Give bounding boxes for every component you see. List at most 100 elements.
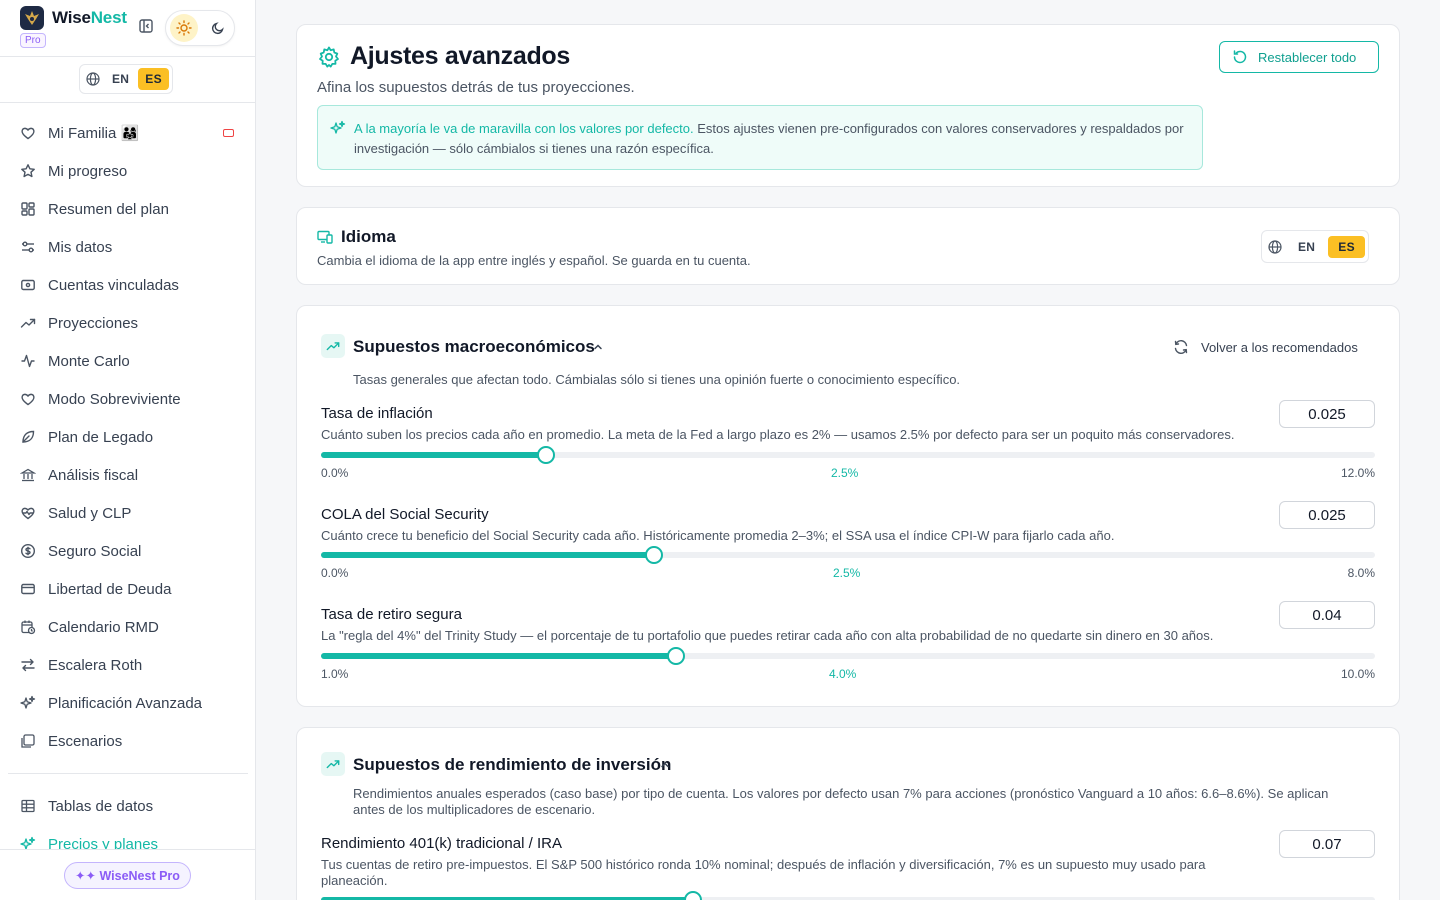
- language-title: Idioma: [341, 227, 396, 246]
- language-description: Cambia el idioma de la app entre inglés …: [317, 253, 751, 268]
- slider-min-label: 1.0%: [321, 667, 349, 681]
- sidebar-item-roth[interactable]: Escalera Roth: [8, 646, 248, 684]
- 401k-return-input[interactable]: 0.07: [1279, 830, 1375, 858]
- sidebar-collapse-icon[interactable]: [138, 18, 156, 36]
- globe-icon: [1265, 236, 1285, 258]
- sidebar-item-label: Mi progreso: [48, 162, 128, 180]
- brand-name: WiseNest: [52, 8, 127, 27]
- param-description: La "regla del 4%" del Trinity Study — el…: [321, 628, 1214, 643]
- inflation-slider[interactable]: [321, 446, 1375, 464]
- sliders-icon: [20, 239, 36, 255]
- slider-default-label: 2.5%: [833, 566, 861, 580]
- sidebar-item-label: Proyecciones: [48, 314, 139, 332]
- param-title: COLA del Social Security: [321, 506, 489, 523]
- sidebar-item-cuentas[interactable]: Cuentas vinculadas: [8, 266, 248, 304]
- sidebar-item-monte-carlo[interactable]: Monte Carlo: [8, 342, 248, 380]
- moon-icon[interactable]: [204, 14, 232, 42]
- arrows-swap-icon: [20, 657, 36, 673]
- sidebar-item-mi-progreso[interactable]: Mi progreso: [8, 152, 248, 190]
- sidebar-item-escenarios[interactable]: Escenarios: [8, 722, 248, 760]
- sidebar-item-mis-datos[interactable]: Mis datos: [8, 228, 248, 266]
- withdrawal-slider[interactable]: [321, 647, 1375, 665]
- sidebar-item-deuda[interactable]: Libertad de Deuda: [8, 570, 248, 608]
- sidebar: WiseNest Pro EN ES Mi Familia 👨‍👩‍👧: [0, 0, 256, 900]
- sidebar-item-tablas[interactable]: Tablas de datos: [8, 787, 248, 825]
- sidebar-item-sobreviviente[interactable]: Modo Sobreviviente: [8, 380, 248, 418]
- wisenest-pro-button[interactable]: ✦✦ WiseNest Pro: [64, 862, 191, 889]
- divider: [0, 102, 256, 103]
- wallet-icon: [20, 277, 36, 293]
- refresh-icon: [1173, 339, 1189, 355]
- sun-icon[interactable]: [170, 14, 198, 42]
- sidebar-item-label: Seguro Social: [48, 542, 142, 560]
- withdrawal-input[interactable]: 0.04: [1279, 601, 1375, 629]
- lang-en-option[interactable]: EN: [1287, 236, 1326, 258]
- lang-en-option[interactable]: EN: [105, 68, 136, 90]
- app-language-toggle[interactable]: EN ES: [1261, 230, 1369, 263]
- gear-icon: [317, 45, 341, 69]
- sidebar-item-label: Libertad de Deuda: [48, 580, 172, 598]
- reset-all-label: Restablecer todo: [1258, 49, 1357, 65]
- slider-min-label: 0.0%: [321, 566, 349, 580]
- card-icon: [223, 129, 234, 137]
- sidebar-item-planificacion[interactable]: Planificación Avanzada: [8, 684, 248, 722]
- cola-input[interactable]: 0.025: [1279, 501, 1375, 529]
- slider-thumb[interactable]: [536, 446, 555, 464]
- sidebar-item-label: Cuentas vinculadas: [48, 276, 179, 294]
- bank-icon: [20, 467, 36, 483]
- sidebar-item-resumen[interactable]: Resumen del plan: [8, 190, 248, 228]
- sidebar-item-label: Plan de Legado: [48, 428, 154, 446]
- param-title: Tasa de retiro segura: [321, 606, 462, 623]
- page-subtitle: Afina los supuestos detrás de tus proyec…: [317, 79, 635, 96]
- sidebar-nav: Mi Familia 👨‍👩‍👧 Mi progreso Resumen del…: [8, 114, 248, 863]
- theme-toggle[interactable]: [165, 10, 235, 46]
- sidebar-item-salud[interactable]: Salud y CLP: [8, 494, 248, 532]
- sparkles-icon: [330, 120, 346, 136]
- sidebar-item-label: Mi Familia 👨‍👩‍👧: [48, 125, 140, 142]
- lang-es-option[interactable]: ES: [138, 68, 169, 90]
- lang-es-option[interactable]: ES: [1328, 235, 1365, 258]
- sidebar-item-label: Análisis fiscal: [48, 466, 139, 484]
- slider-thumb[interactable]: [667, 647, 686, 665]
- sidebar-item-seguro-social[interactable]: Seguro Social: [8, 532, 248, 570]
- sidebar-item-label: Planificación Avanzada: [48, 694, 202, 712]
- inflation-input[interactable]: 0.025: [1279, 400, 1375, 428]
- sidebar-language-toggle[interactable]: EN ES: [79, 64, 173, 94]
- sidebar-item-label: Resumen del plan: [48, 200, 169, 218]
- param-description: Cuánto crece tu beneficio del Social Sec…: [321, 528, 1115, 543]
- trending-up-icon: [20, 315, 36, 331]
- sidebar-item-label: Escenarios: [48, 732, 123, 750]
- slider-max-label: 12.0%: [1340, 466, 1375, 480]
- slider-default-label: 2.5%: [831, 466, 859, 480]
- sidebar-item-label: Salud y CLP: [48, 504, 132, 522]
- chevron-up-icon[interactable]: [659, 758, 671, 770]
- sparkles-icon: [20, 695, 36, 711]
- slider-thumb[interactable]: [684, 891, 703, 900]
- devices-icon: [317, 229, 333, 245]
- sidebar-item-rmd[interactable]: Calendario RMD: [8, 608, 248, 646]
- macro-reset-label: Volver a los recomendados: [1201, 339, 1358, 355]
- sidebar-item-legado[interactable]: Plan de Legado: [8, 418, 248, 456]
- defaults-hint: A la mayoría le va de maravilla con los …: [317, 105, 1203, 170]
- cola-slider[interactable]: [321, 546, 1375, 564]
- sidebar-item-label: Calendario RMD: [48, 618, 159, 636]
- param-description: Cuánto suben los precios cada año en pro…: [321, 427, 1235, 442]
- param-description: Tus cuentas de retiro pre-impuestos. El …: [321, 857, 1206, 888]
- slider-thumb[interactable]: [645, 546, 664, 564]
- sidebar-item-label: Escalera Roth: [48, 656, 143, 674]
- globe-icon: [83, 68, 103, 90]
- investment-title: Supuestos de rendimiento de inversión: [353, 755, 672, 774]
- macro-card: Supuestos macroeconómicos Volver a los r…: [296, 305, 1400, 707]
- sidebar-item-proyecciones[interactable]: Proyecciones: [8, 304, 248, 342]
- logo-icon[interactable]: [20, 6, 44, 30]
- chevron-up-icon[interactable]: [592, 340, 604, 352]
- sidebar-item-fiscal[interactable]: Análisis fiscal: [8, 456, 248, 494]
- macro-reset-button[interactable]: Volver a los recomendados: [1173, 337, 1358, 357]
- layers-icon: [20, 733, 36, 749]
- brand: WiseNest Pro: [20, 6, 236, 50]
- hint-lead: A la mayoría le va de maravilla con los …: [354, 121, 694, 136]
- reset-all-button[interactable]: Restablecer todo: [1219, 41, 1379, 73]
- trending-up-icon: [321, 334, 345, 358]
- grid-icon: [20, 201, 36, 217]
- sidebar-item-mi-familia[interactable]: Mi Familia 👨‍👩‍👧: [8, 114, 248, 152]
